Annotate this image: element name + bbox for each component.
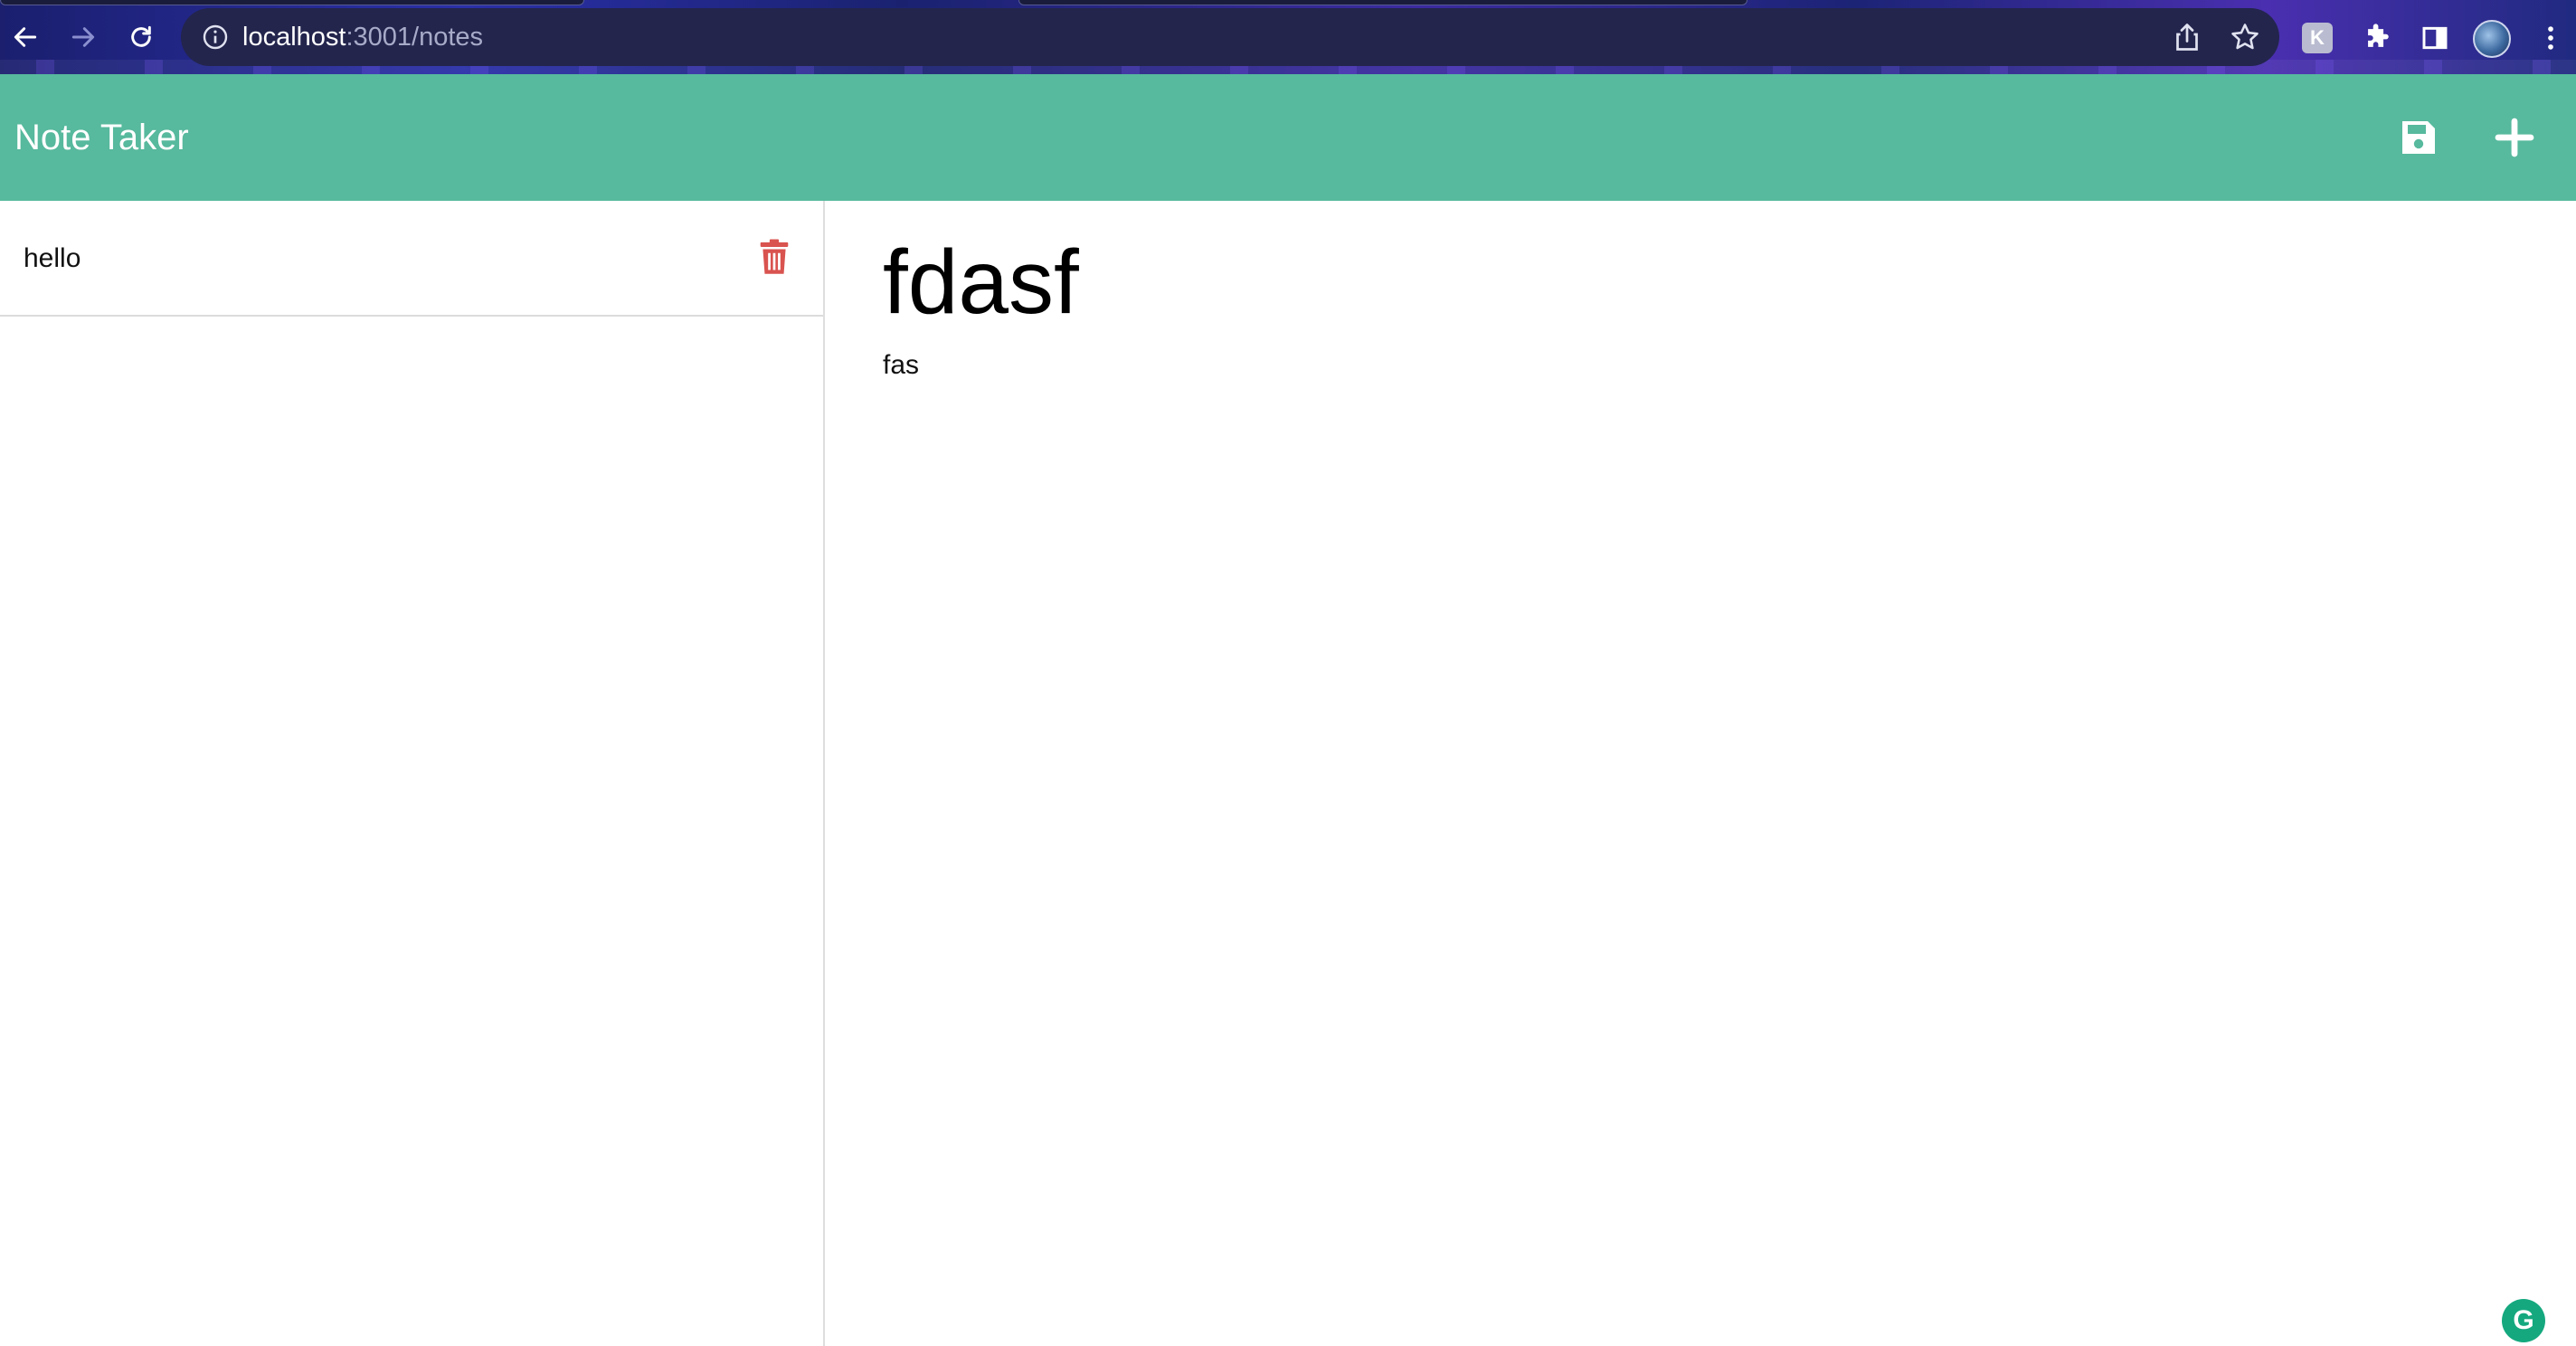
note-list-title[interactable]: hello (24, 201, 80, 317)
extension-k-button[interactable]: K (2299, 20, 2335, 56)
reload-button[interactable] (121, 17, 161, 57)
grammarly-icon: G (2513, 1305, 2534, 1335)
back-button[interactable] (5, 17, 45, 57)
url-host: localhost (242, 23, 346, 52)
list-item[interactable]: hello (0, 201, 823, 317)
bookmark-star-icon[interactable] (2229, 21, 2261, 53)
address-bar[interactable]: localhost:3001/notes (181, 8, 2279, 66)
profile-avatar[interactable] (2473, 20, 2511, 58)
reload-icon (131, 25, 151, 47)
puzzle-icon (2368, 24, 2389, 47)
url-text[interactable]: localhost:3001/notes (242, 8, 483, 66)
browser-menu-button[interactable] (2533, 20, 2569, 56)
app-title[interactable]: Note Taker (14, 74, 189, 201)
tab-edge-left (0, 0, 584, 5)
side-panel-button[interactable] (2417, 20, 2453, 56)
forward-button[interactable] (63, 17, 103, 57)
app-header: Note Taker (0, 74, 2576, 201)
side-panel-icon (2422, 26, 2448, 50)
grammarly-button[interactable]: G (2502, 1299, 2545, 1342)
notes-list: hello (0, 201, 825, 1346)
save-note-button[interactable] (2393, 112, 2444, 163)
arrow-left-icon (14, 27, 37, 47)
tab-edge-right (1018, 0, 1747, 5)
info-icon[interactable] (201, 23, 230, 52)
kebab-menu-icon (2548, 26, 2553, 50)
floppy-disk-icon (2402, 121, 2435, 154)
share-icon[interactable] (2171, 21, 2203, 53)
browser-toolbar: localhost:3001/notes K (0, 0, 2576, 74)
note-text-area[interactable]: fas (883, 344, 2511, 1248)
url-path: :3001/notes (346, 23, 484, 52)
extensions-button[interactable] (2359, 20, 2395, 56)
note-editor: fdasf fas (827, 201, 2576, 1346)
delete-note-button[interactable] (756, 235, 792, 279)
trash-icon (760, 239, 789, 274)
arrow-right-icon (71, 27, 95, 47)
note-title-input[interactable]: fdasf (883, 228, 2511, 336)
plus-icon (2495, 118, 2534, 157)
new-note-button[interactable] (2489, 112, 2540, 163)
extension-k-icon: K (2302, 23, 2333, 53)
